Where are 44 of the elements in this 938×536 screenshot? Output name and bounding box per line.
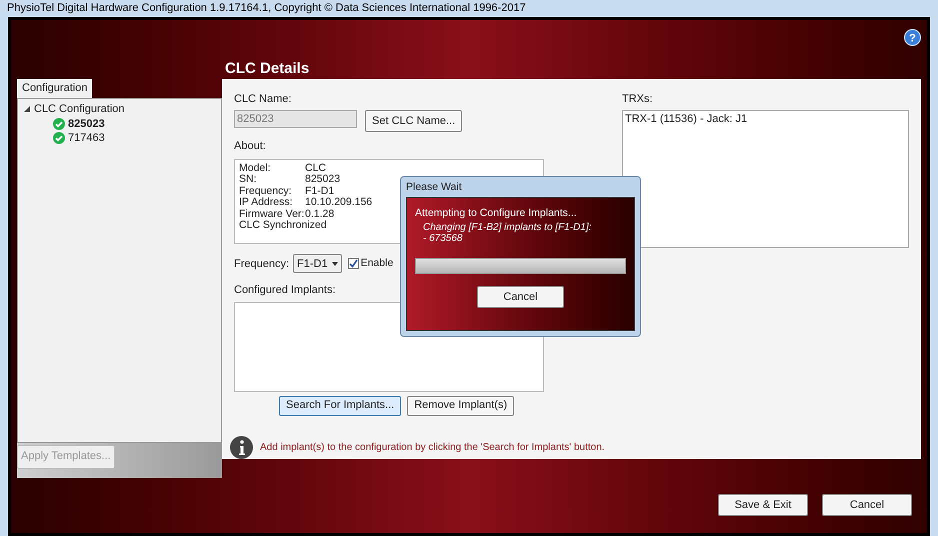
dialog-detail: Changing [F1-B2] implants to [F1-D1]: (423, 222, 592, 233)
info-label: Model: (239, 162, 272, 174)
dialog-title: Please Wait (406, 180, 463, 195)
list-item[interactable]: TRX-1 (11536) - Jack: J1 (625, 111, 906, 128)
info-label: Frequency: (239, 186, 293, 196)
trx-list[interactable]: TRX-1 (11536) - Jack: J1 (622, 110, 909, 248)
check-icon (53, 118, 65, 130)
checkbox-label: Enable (360, 256, 394, 272)
tree-item[interactable]: 825023 (68, 116, 105, 132)
enable-checkbox[interactable] (348, 258, 359, 270)
dialog-cancel-button[interactable]: Cancel (477, 286, 564, 308)
info-value: 0.1.28 (305, 208, 334, 220)
field-label: Frequency: (234, 256, 290, 272)
dialog-detail: - 673568 (423, 232, 464, 244)
set-name-button[interactable]: Set CLC Name... (365, 110, 462, 132)
info-label: SN: (239, 174, 258, 186)
cancel-button[interactable]: Cancel (822, 494, 912, 516)
field-label: TRXs: (622, 92, 654, 106)
save-exit-button[interactable]: Save & Exit (718, 494, 808, 516)
expand-icon[interactable] (24, 106, 30, 112)
info-label: CLC Synchronized (239, 220, 327, 232)
frequency-dropdown[interactable]: F1-D1 (293, 254, 342, 274)
window-title: PhysioTel Digital Hardware Configuration 1.9.17164.1, Copyright © Data Sciences International 1996-2017 (7, 1, 526, 16)
info-value: 825023 (305, 174, 340, 186)
info-label: Firmware Ver: (239, 208, 305, 220)
info-value: CLC (305, 162, 326, 174)
dialog-message: Attempting to Configure Implants... (415, 206, 578, 221)
tree-item[interactable]: 717463 (68, 130, 105, 146)
field-label: Configured Implants: (234, 282, 336, 298)
info-label: IP Address: (239, 197, 294, 208)
check-icon (53, 132, 65, 144)
remove-implant-button[interactable]: Remove Implant(s) (407, 396, 514, 416)
name-field[interactable]: 825023 (234, 110, 357, 128)
help-icon[interactable]: ? (904, 28, 921, 46)
page-heading: CLC Details (225, 60, 310, 76)
info-value: 10.10.209.156 (305, 197, 372, 208)
field-label: CLC Name: (234, 92, 292, 106)
info-value: F1-D1 (305, 186, 334, 197)
tree-item[interactable]: CLC Configuration (34, 100, 124, 117)
caret-icon (332, 262, 338, 266)
field-label: About: (234, 139, 267, 154)
info-message: Add implant(s) to the configuration by clicking the 'Search for Implants' button. (260, 440, 605, 454)
tab[interactable]: Configuration (17, 78, 92, 98)
search-implants-button[interactable]: Search For Implants... (279, 396, 402, 416)
